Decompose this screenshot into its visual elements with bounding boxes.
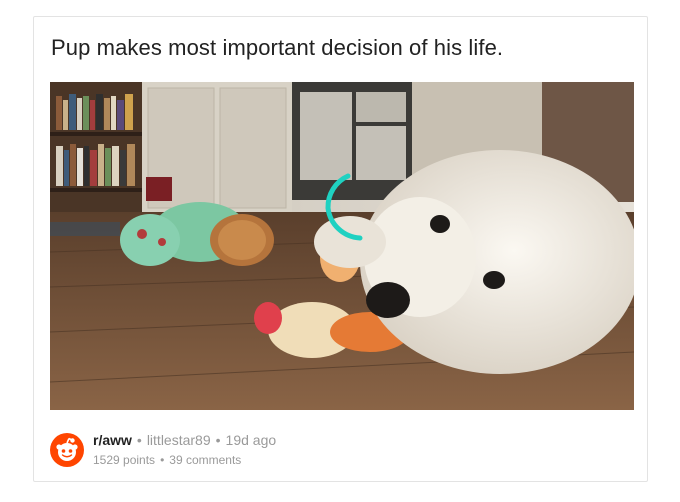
subreddit-link[interactable]: r/aww	[93, 432, 132, 448]
separator-dot: •	[215, 432, 221, 448]
post-stats-line: 1529 points • 39 comments	[93, 453, 241, 467]
author-link[interactable]: littlestar89	[147, 432, 211, 448]
video-player[interactable]	[50, 82, 634, 410]
post-footer: r/aww • littlestar89 • 19d ago 1529 points • 3…	[50, 430, 634, 470]
post-meta-line: r/aww • littlestar89 • 19d ago	[93, 432, 276, 448]
points-count: 1529 points	[93, 453, 156, 467]
post-card[interactable]: Pup makes most important decision of his…	[33, 16, 648, 482]
post-title[interactable]: Pup makes most important decision of his…	[51, 35, 503, 61]
video-frame	[50, 82, 634, 410]
reddit-alien-icon[interactable]	[50, 433, 84, 467]
separator-dot: •	[160, 453, 165, 467]
separator-dot: •	[136, 432, 142, 448]
comments-link[interactable]: 39 comments	[169, 453, 241, 467]
post-age: 19d ago	[225, 432, 277, 448]
